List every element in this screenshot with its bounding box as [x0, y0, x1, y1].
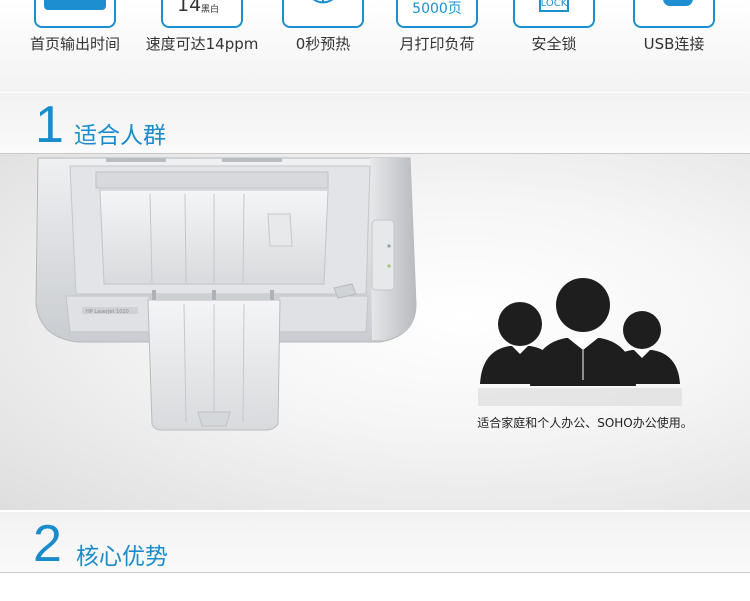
target-users-caption: 适合家庭和个人办公、SOHO办公使用。 — [477, 416, 693, 430]
feature-label: USB连接 — [643, 35, 705, 53]
lock-text: LOCK — [540, 0, 568, 9]
feature-strip: 首页输出时间 14 ppm 黑白 速度可达14ppm 0秒预热 5000页 月打… — [0, 0, 750, 92]
timer-glyph — [312, 0, 334, 4]
feature-label: 安全锁 — [531, 35, 577, 53]
section-header-core-advantages: 2 核心优势 — [0, 512, 750, 573]
section-number: 2 — [33, 515, 62, 573]
feature-label: 速度可达14ppm — [145, 35, 259, 53]
speed-mode: 黑白 — [201, 5, 220, 15]
clock-banner-icon — [34, 0, 116, 28]
feature-label: 月打印负荷 — [399, 35, 475, 53]
section-number: 1 — [35, 96, 64, 154]
printer-image: HP LaserJet 1020 — [35, 157, 417, 431]
hero-panel: HP LaserJet 1020 — [0, 154, 750, 510]
hero-illustration: HP LaserJet 1020 — [35, 157, 682, 431]
feature-label: 0秒预热 — [295, 35, 351, 53]
speed-unit: ppm — [201, 0, 221, 1]
timer-icon — [282, 0, 364, 28]
people-group-icon — [478, 278, 682, 406]
speed-value: 14 — [177, 0, 202, 16]
duty-value: 5000页 — [412, 1, 462, 17]
speed-icon: 14 ppm 黑白 — [161, 0, 243, 28]
section-header-target-users: 1 适合人群 — [0, 93, 750, 154]
lock-icon: LOCK — [513, 0, 595, 28]
section-title: 核心优势 — [76, 544, 168, 570]
section-title: 适合人群 — [74, 123, 166, 149]
printer-model-label: HP LaserJet 1020 — [86, 309, 129, 315]
usb-icon — [633, 0, 715, 28]
feature-label: 首页输出时间 — [29, 35, 120, 53]
paper-stack-icon: 5000页 — [396, 0, 478, 28]
